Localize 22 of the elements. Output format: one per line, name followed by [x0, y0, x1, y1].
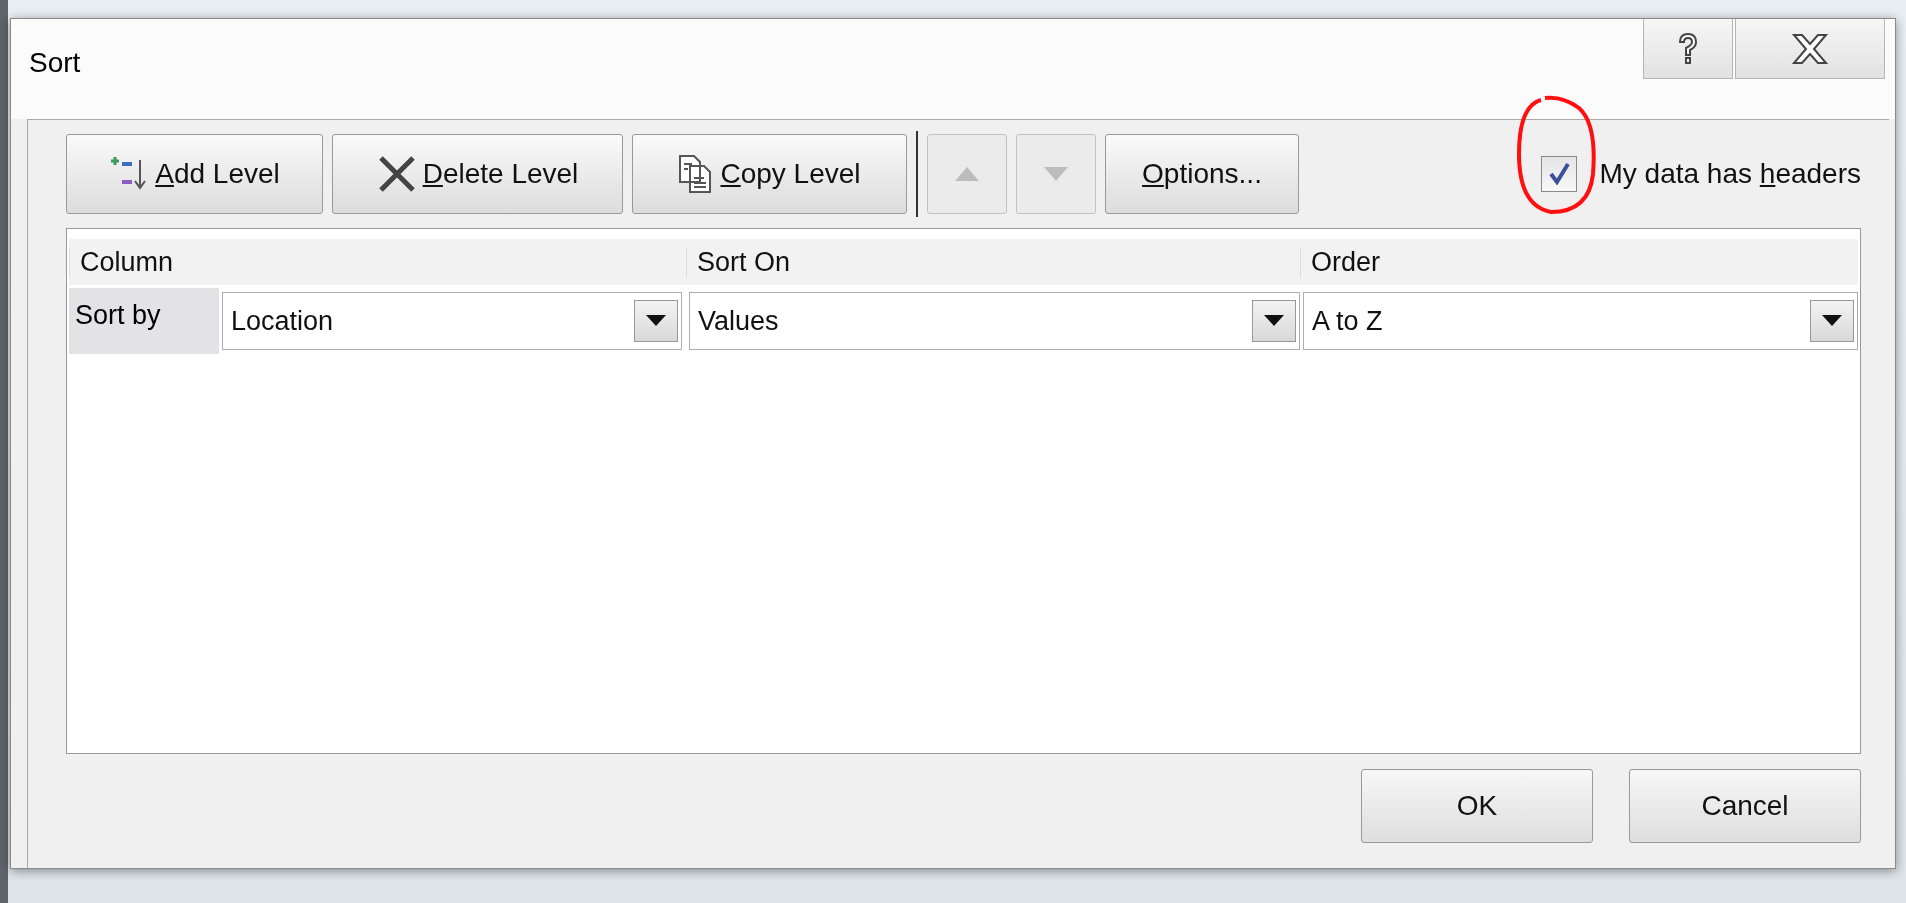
column-header: Order [1300, 246, 1858, 278]
headers-checkbox[interactable] [1541, 156, 1578, 192]
help-button[interactable] [1643, 19, 1733, 79]
down-arrow-icon [1044, 167, 1068, 181]
options-level-button[interactable]: Options... [1105, 134, 1299, 214]
up-arrow-icon [955, 167, 979, 181]
ok-button[interactable]: OK [1361, 769, 1593, 843]
window-title: Sort [29, 47, 81, 79]
cancel-button[interactable]: Cancel [1629, 769, 1861, 843]
add-level-button[interactable]: Add Level [66, 134, 323, 214]
headers-checkbox-label: My data has headers [1599, 158, 1861, 190]
column-header: Column [69, 246, 686, 278]
row-label[interactable]: Sort by [69, 288, 219, 354]
delete-icon [376, 154, 417, 194]
close-icon [1790, 32, 1830, 65]
column-header: Sort On [686, 246, 1300, 278]
copy-level-button[interactable]: Copy Level [632, 134, 907, 214]
delete-level-button[interactable]: Delete Level [332, 134, 623, 214]
column-dropdown[interactable]: Location [222, 292, 682, 350]
close-button[interactable] [1735, 19, 1885, 79]
order-dropdown[interactable]: A to Z [1303, 292, 1858, 350]
sort-on-dropdown[interactable]: Values [689, 292, 1300, 350]
